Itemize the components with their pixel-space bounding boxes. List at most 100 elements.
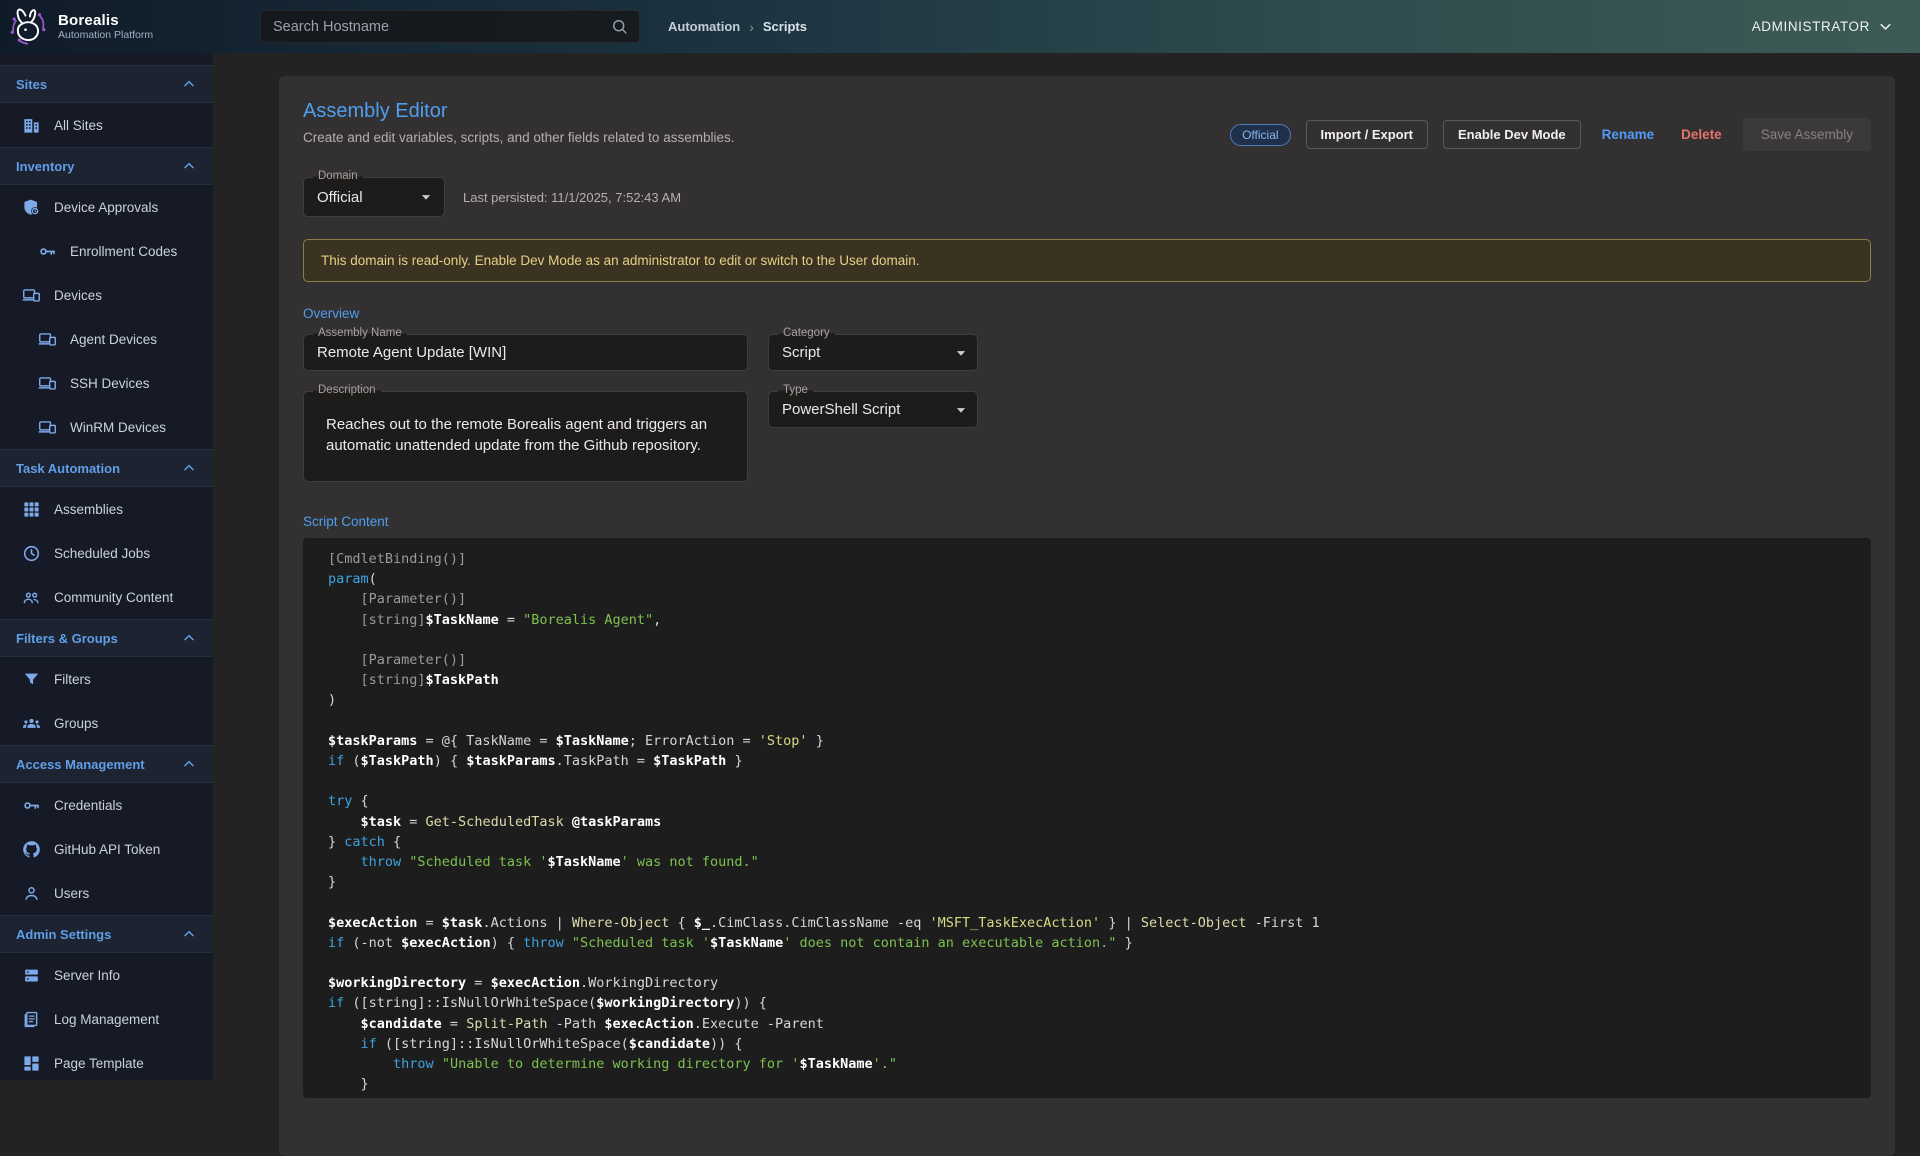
sidebar-item-label: All Sites (54, 118, 103, 133)
sidebar-section-task-automation[interactable]: Task Automation (0, 449, 213, 487)
category-select[interactable]: Category Script (768, 334, 978, 371)
sidebar-item-community-content[interactable]: Community Content (0, 575, 213, 619)
domain-label: Domain (313, 170, 363, 182)
sidebar-item-ssh-devices[interactable]: SSH Devices (0, 361, 213, 405)
devices-icon (22, 286, 41, 305)
delete-button[interactable]: Delete (1675, 121, 1728, 148)
code-line (328, 892, 1871, 912)
code-line: ) (328, 690, 1871, 710)
header-actions: Official Import / Export Enable Dev Mode… (1230, 118, 1871, 151)
sidebar-item-agent-devices[interactable]: Agent Devices (0, 317, 213, 361)
sidebar-section-label: Filters & Groups (16, 631, 118, 646)
sidebar-section-access-management[interactable]: Access Management (0, 745, 213, 783)
code-line: $task = Get-ScheduledTask @taskParams (328, 812, 1871, 832)
sidebar-item-enrollment-codes[interactable]: Enrollment Codes (0, 229, 213, 273)
breadcrumb-automation[interactable]: Automation (668, 19, 740, 34)
card-header: Assembly Editor Create and edit variable… (303, 76, 1871, 151)
sidebar-item-assemblies[interactable]: Assemblies (0, 487, 213, 531)
save-assembly-button[interactable]: Save Assembly (1743, 118, 1871, 151)
filter-icon (22, 670, 41, 689)
sidebar-item-page-template[interactable]: Page Template (0, 1041, 213, 1080)
description-label: Description (313, 384, 381, 396)
sidebar-section-label: Access Management (16, 757, 145, 772)
shield-icon (22, 198, 41, 217)
sidebar-section-filters-groups[interactable]: Filters & Groups (0, 619, 213, 657)
enable-dev-mode-button[interactable]: Enable Dev Mode (1443, 120, 1581, 149)
user-icon (22, 884, 41, 903)
breadcrumb-scripts[interactable]: Scripts (763, 19, 807, 34)
user-menu-button[interactable]: ADMINISTRATOR (1752, 0, 1894, 53)
key-icon (38, 242, 57, 261)
category-label: Category (778, 327, 835, 339)
server-icon (22, 966, 41, 985)
search-input[interactable] (271, 18, 610, 36)
category-value: Script (782, 344, 820, 361)
domain-select[interactable]: Domain Official (303, 177, 445, 217)
caret-down-icon (951, 400, 971, 420)
code-line: if ([string]::IsNullOrWhiteSpace($candid… (328, 1034, 1871, 1054)
brand-name: Borealis (58, 12, 153, 29)
code-line: [Parameter()] (328, 650, 1871, 670)
sidebar-item-scheduled-jobs[interactable]: Scheduled Jobs (0, 531, 213, 575)
type-select[interactable]: Type PowerShell Script (768, 391, 978, 428)
code-line: $candidate = Split-Path -Path $execActio… (328, 1014, 1871, 1034)
clock-icon (22, 544, 41, 563)
overview-grid: Assembly Name Category Script Descriptio… (303, 334, 1871, 482)
devices-icon (38, 374, 57, 393)
code-line: if (-not $execAction) { throw "Scheduled… (328, 933, 1871, 953)
sidebar-item-users[interactable]: Users (0, 871, 213, 915)
key-icon (22, 796, 41, 815)
assembly-name-field: Assembly Name (303, 334, 748, 371)
caret-down-icon (951, 343, 971, 363)
sidebar-item-all-sites[interactable]: All Sites (0, 103, 213, 147)
script-code-editor[interactable]: [CmdletBinding()]param( [Parameter()] [s… (303, 538, 1871, 1098)
domain-value: Official (317, 189, 363, 206)
code-line: [CmdletBinding()] (328, 549, 1871, 569)
sidebar-item-github-api-token[interactable]: GitHub API Token (0, 827, 213, 871)
sidebar-item-label: Enrollment Codes (70, 244, 177, 259)
sidebar-item-device-approvals[interactable]: Device Approvals (0, 185, 213, 229)
sidebar-item-winrm-devices[interactable]: WinRM Devices (0, 405, 213, 449)
sidebar-item-label: Credentials (54, 798, 122, 813)
import-export-button[interactable]: Import / Export (1306, 120, 1428, 149)
chevron-up-icon (181, 756, 197, 772)
code-line: if ([string]::IsNullOrWhiteSpace($workin… (328, 993, 1871, 1013)
breadcrumb-separator: › (749, 19, 754, 35)
code-line: } (328, 1074, 1871, 1094)
sidebar-section-sites[interactable]: Sites (0, 65, 213, 103)
sidebar-item-log-management[interactable]: Log Management (0, 997, 213, 1041)
assembly-name-input[interactable] (304, 344, 747, 361)
page-title: Assembly Editor (303, 100, 734, 123)
code-line: throw "Unable to determine working direc… (328, 1054, 1871, 1074)
code-line: } (328, 872, 1871, 892)
sidebar-item-server-info[interactable]: Server Info (0, 953, 213, 997)
code-line: throw "Scheduled task '$TaskName' was no… (328, 852, 1871, 872)
rename-button[interactable]: Rename (1596, 121, 1661, 148)
groups-icon (22, 714, 41, 733)
assembly-name-label: Assembly Name (313, 327, 407, 339)
sidebar-item-label: Groups (54, 716, 98, 731)
code-line: if ($TaskPath) { $taskParams.TaskPath = … (328, 751, 1871, 771)
search-icon[interactable] (610, 17, 629, 36)
page-subtitle: Create and edit variables, scripts, and … (303, 130, 734, 145)
readonly-warning-banner: This domain is read-only. Enable Dev Mod… (303, 239, 1871, 282)
sidebar-item-label: GitHub API Token (54, 842, 160, 857)
sidebar-item-label: SSH Devices (70, 376, 150, 391)
code-line (328, 711, 1871, 731)
code-line (328, 630, 1871, 650)
sidebar-section-inventory[interactable]: Inventory (0, 147, 213, 185)
sidebar-section-label: Admin Settings (16, 927, 111, 942)
chevron-down-icon (1877, 18, 1894, 35)
code-line (328, 953, 1871, 973)
sidebar-item-credentials[interactable]: Credentials (0, 783, 213, 827)
log-icon (22, 1010, 41, 1029)
sidebar-section-admin-settings[interactable]: Admin Settings (0, 915, 213, 953)
sidebar-item-filters[interactable]: Filters (0, 657, 213, 701)
building-icon (22, 116, 41, 135)
description-field[interactable]: Description Reaches out to the remote Bo… (303, 391, 748, 482)
code-line: param( (328, 569, 1871, 589)
sidebar-section-label: Task Automation (16, 461, 120, 476)
sidebar-item-label: Scheduled Jobs (54, 546, 150, 561)
sidebar-item-groups[interactable]: Groups (0, 701, 213, 745)
sidebar-item-devices[interactable]: Devices (0, 273, 213, 317)
